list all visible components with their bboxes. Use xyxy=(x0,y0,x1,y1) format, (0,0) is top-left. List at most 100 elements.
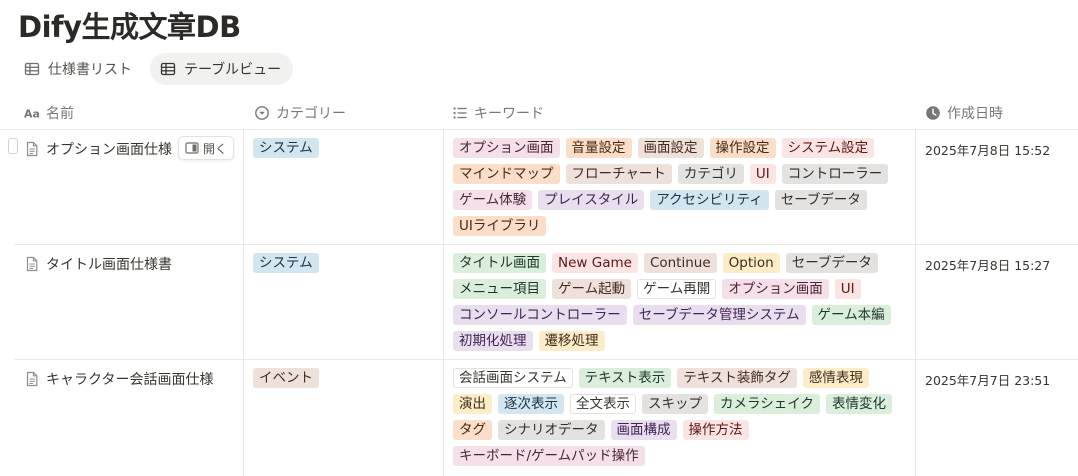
keywords-cell[interactable]: オプション画面 音量設定 画面設定 操作設定 システム設定マインドマップ フローチャートカ… xyxy=(444,130,916,244)
table-row[interactable]: キャラクター会話画面仕様 イベント 会話画面システム テキスト表示 テキスト装飾タグ… xyxy=(14,360,1078,476)
table-row[interactable]: タイトル画面仕様書 システム タイトル画面 New Game Continue Opt… xyxy=(14,245,1078,360)
name-cell[interactable]: タイトル画面仕様書 xyxy=(14,245,244,359)
tag-chip[interactable]: システム設定 xyxy=(781,138,875,158)
name-cell[interactable]: オプション画面仕様 開く xyxy=(14,130,244,244)
category-cell[interactable]: イベント xyxy=(244,360,444,476)
tag-chip[interactable]: UIライブラリ xyxy=(453,216,547,236)
column-header-category[interactable]: カテゴリー xyxy=(254,96,346,129)
tag-chip[interactable]: フローチャート xyxy=(565,164,672,184)
tag-chip[interactable]: システム xyxy=(253,138,319,158)
tag-chip[interactable]: 表情変化 xyxy=(825,394,892,414)
category-cell[interactable]: システム xyxy=(244,130,444,244)
tag-chip[interactable]: Continue xyxy=(643,253,717,273)
tag-chip[interactable]: ゲーム本編 xyxy=(811,305,891,325)
tag-chip[interactable]: 画面設定 xyxy=(637,138,704,158)
tab-spec-list[interactable]: 仕様書リスト xyxy=(14,53,144,85)
page-icon xyxy=(26,371,38,387)
name-cell[interactable]: キャラクター会話画面仕様 xyxy=(14,360,244,476)
tag-chip[interactable]: セーブデータ xyxy=(774,190,867,210)
tag-chip[interactable]: マインドマップ xyxy=(453,164,560,184)
tag-chip[interactable]: 逐次表示 xyxy=(498,394,564,414)
clock-icon xyxy=(926,105,940,120)
tag-chip[interactable]: 画面構成 xyxy=(610,420,677,440)
keyword-tags: オプション画面 音量設定 画面設定 操作設定 システム設定マインドマップ フローチャートカ… xyxy=(453,138,909,242)
category-tags: イベント xyxy=(253,368,325,394)
tag-chip[interactable]: タグ xyxy=(453,420,492,440)
created-date: 2025年7月8日 15:27 xyxy=(925,258,1051,273)
tag-chip[interactable]: カメラシェイク xyxy=(714,394,820,414)
tag-chip[interactable]: セーブデータ管理システム xyxy=(632,305,806,325)
column-header-name[interactable]: Aa 名前 xyxy=(24,96,74,129)
tag-chip[interactable]: キーボード/ゲームパッド操作 xyxy=(453,446,645,466)
tag-chip[interactable]: イベント xyxy=(253,368,319,388)
tag-chip[interactable]: 全文表示 xyxy=(570,394,636,414)
tag-chip[interactable]: Option xyxy=(722,253,780,273)
tag-chip[interactable]: UI xyxy=(749,164,776,184)
created-cell[interactable]: 2025年7月7日 23:51 xyxy=(916,360,1078,476)
tag-chip[interactable]: UI xyxy=(834,279,861,299)
tag-chip[interactable]: ゲーム起動 xyxy=(552,279,632,299)
tab-label: テーブルビュー xyxy=(184,62,282,78)
tag-chip[interactable]: オプション画面 xyxy=(722,279,829,299)
created-date: 2025年7月8日 15:52 xyxy=(925,143,1051,158)
keywords-cell[interactable]: 会話画面システム テキスト表示 テキスト装飾タグ 感情表現演出 逐次表示 全文表示 スキップ… xyxy=(444,360,916,476)
page-link[interactable]: タイトル画面仕様書 xyxy=(24,254,172,274)
tag-chip[interactable]: 操作設定 xyxy=(709,138,776,158)
tag-chip[interactable]: スキップ xyxy=(642,394,708,414)
view-tabs: 仕様書リスト テーブルビュー xyxy=(14,53,294,85)
tag-chip[interactable]: テキスト装飾タグ xyxy=(677,368,797,388)
page-link[interactable]: キャラクター会話画面仕様 xyxy=(24,369,213,389)
category-cell[interactable]: システム xyxy=(244,245,444,359)
tag-chip[interactable]: シナリオデータ xyxy=(498,420,605,440)
column-label: 作成日時 xyxy=(947,105,1003,122)
tab-table-view[interactable]: テーブルビュー xyxy=(150,53,294,85)
tag-chip[interactable]: システム xyxy=(253,253,319,273)
created-cell[interactable]: 2025年7月8日 15:27 xyxy=(916,245,1078,359)
tag-chip[interactable]: タイトル画面 xyxy=(453,253,546,273)
multi-select-property-icon xyxy=(453,106,467,119)
created-date: 2025年7月7日 23:51 xyxy=(925,373,1051,388)
page-icon xyxy=(26,256,38,272)
page-link[interactable]: オプション画面仕様 xyxy=(24,139,172,159)
tag-chip[interactable]: 会話画面システム xyxy=(453,368,573,388)
tag-chip[interactable]: アクセシビリティ xyxy=(650,190,769,210)
select-property-icon xyxy=(255,105,269,120)
tag-chip[interactable]: メニュー項目 xyxy=(453,279,546,299)
open-button[interactable]: 開く xyxy=(178,136,235,160)
tag-chip[interactable]: カテゴリ xyxy=(677,164,744,184)
tag-chip[interactable]: テキスト表示 xyxy=(578,368,672,388)
page-title: Dify生成文章DB xyxy=(18,10,241,44)
table-icon xyxy=(24,62,40,76)
column-header-keywords[interactable]: キーワード xyxy=(452,96,544,129)
tag-chip[interactable]: コンソールコントローラー xyxy=(453,305,627,325)
side-peek-icon xyxy=(185,142,199,154)
category-tags: システム xyxy=(253,253,325,279)
tag-chip[interactable]: New Game xyxy=(552,253,638,273)
tag-chip[interactable]: 操作方法 xyxy=(682,420,749,440)
tag-chip[interactable]: 音量設定 xyxy=(565,138,632,158)
created-cell[interactable]: 2025年7月8日 15:52 xyxy=(916,130,1078,244)
column-label: 名前 xyxy=(46,105,74,122)
tag-chip[interactable]: 演出 xyxy=(453,394,492,414)
column-label: キーワード xyxy=(474,105,544,122)
tag-chip[interactable]: ゲーム体験 xyxy=(453,190,533,210)
tag-chip[interactable]: オプション画面 xyxy=(453,138,560,158)
column-header-created[interactable]: 作成日時 xyxy=(925,96,1003,129)
tag-chip[interactable]: ゲーム再開 xyxy=(637,279,717,299)
tag-chip[interactable]: 初期化処理 xyxy=(453,331,533,351)
table-icon xyxy=(160,62,176,76)
tag-chip[interactable]: プレイスタイル xyxy=(538,190,645,210)
page-icon xyxy=(26,141,38,157)
keyword-tags: タイトル画面 New Game Continue Option セーブデータメニュー項目… xyxy=(453,253,909,357)
category-tags: システム xyxy=(253,138,325,164)
table-row[interactable]: オプション画面仕様 開く システム オプション画面 音量設定 画面設定 操作設定 システ… xyxy=(8,130,1078,245)
tag-chip[interactable]: コントローラー xyxy=(781,164,889,184)
tag-chip[interactable]: セーブデータ xyxy=(785,253,878,273)
open-button-label: 開く xyxy=(203,141,228,156)
tag-chip[interactable]: 遷移処理 xyxy=(538,331,605,351)
keyword-tags: 会話画面システム テキスト表示 テキスト装飾タグ 感情表現演出 逐次表示 全文表示 スキップ… xyxy=(453,368,909,472)
tag-chip[interactable]: 感情表現 xyxy=(802,368,869,388)
keywords-cell[interactable]: タイトル画面 New Game Continue Option セーブデータメニュー項目… xyxy=(444,245,916,359)
row-title: オプション画面仕様 xyxy=(46,142,172,158)
row-title: タイトル画面仕様書 xyxy=(46,257,172,273)
